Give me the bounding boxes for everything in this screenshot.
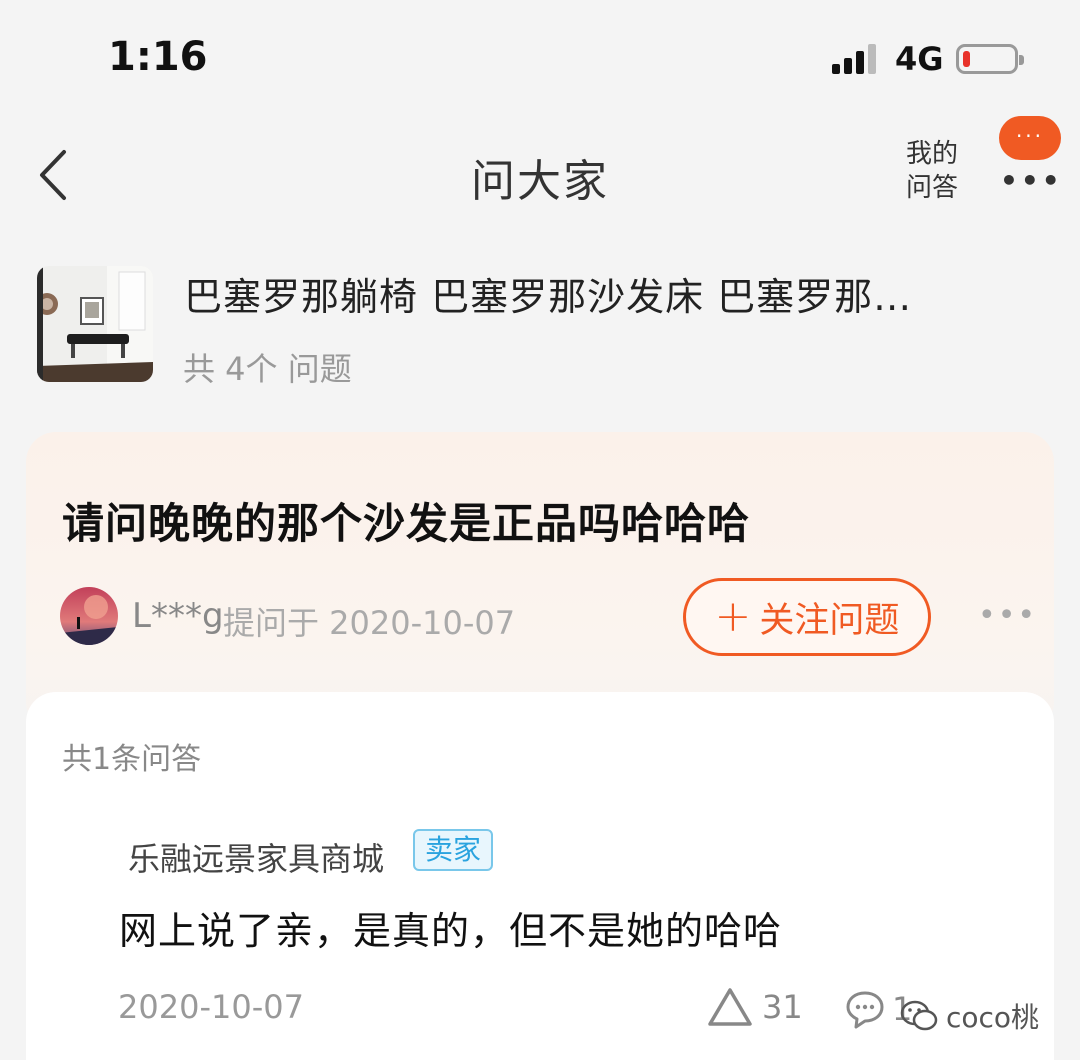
more-menu-button[interactable]: ··· ••• <box>996 116 1066 197</box>
avatar[interactable] <box>58 820 120 882</box>
status-time: 1:16 <box>108 34 208 80</box>
my-qa-button[interactable]: 我的 问答 <box>906 137 972 205</box>
wechat-icon <box>900 1000 938 1031</box>
avatar[interactable] <box>60 587 118 645</box>
follow-question-button[interactable]: + 关注问题 <box>683 578 931 656</box>
more-dots-icon: ••• <box>1000 164 1063 197</box>
answerer-name[interactable]: 乐融远景家具商城 <box>128 834 384 880</box>
answer-text: 网上说了亲，是真的，但不是她的哈哈 <box>119 909 783 953</box>
question-card: 请问晚晚的那个沙发是正品吗哈哈哈 L***g 提问于 2020-10-07 + … <box>26 432 1054 732</box>
like-count: 31 <box>762 988 803 1026</box>
message-bubble-icon: ··· <box>999 116 1061 160</box>
status-bar: 1:16 4G <box>0 0 1080 120</box>
my-qa-label-line1: 我的 <box>906 139 959 169</box>
my-qa-label-line2: 问答 <box>906 173 959 203</box>
question-count: 共 4个 问题 <box>183 350 352 388</box>
watermark: coco桃 <box>900 996 1039 1036</box>
asker-name[interactable]: L***g <box>132 596 224 636</box>
plus-icon: + <box>714 591 752 642</box>
answer-count: 共1条问答 <box>62 742 202 777</box>
seller-badge: 卖家 <box>413 829 493 871</box>
network-type: 4G <box>895 40 944 78</box>
follow-question-label: 关注问题 <box>759 600 900 641</box>
product-image <box>37 266 153 382</box>
watermark-text: coco桃 <box>946 1001 1040 1034</box>
comment-icon <box>846 991 884 1029</box>
question-more-button[interactable]: ••• <box>978 598 1037 633</box>
product-title[interactable]: 巴塞罗那躺椅 巴塞罗那沙发床 巴塞罗那… <box>184 266 1014 321</box>
asker-avatar-image <box>60 587 118 645</box>
answer-date: 2020-10-07 <box>118 988 304 1026</box>
product-thumbnail[interactable] <box>37 266 153 382</box>
triangle-up-icon <box>708 988 752 1026</box>
asked-at: 提问于 2020-10-07 <box>223 604 516 642</box>
signal-icon <box>832 44 880 74</box>
like-button[interactable]: 31 <box>706 982 803 1032</box>
question-text: 请问晚晚的那个沙发是正品吗哈哈哈 <box>62 499 751 548</box>
battery-icon <box>956 44 1024 74</box>
